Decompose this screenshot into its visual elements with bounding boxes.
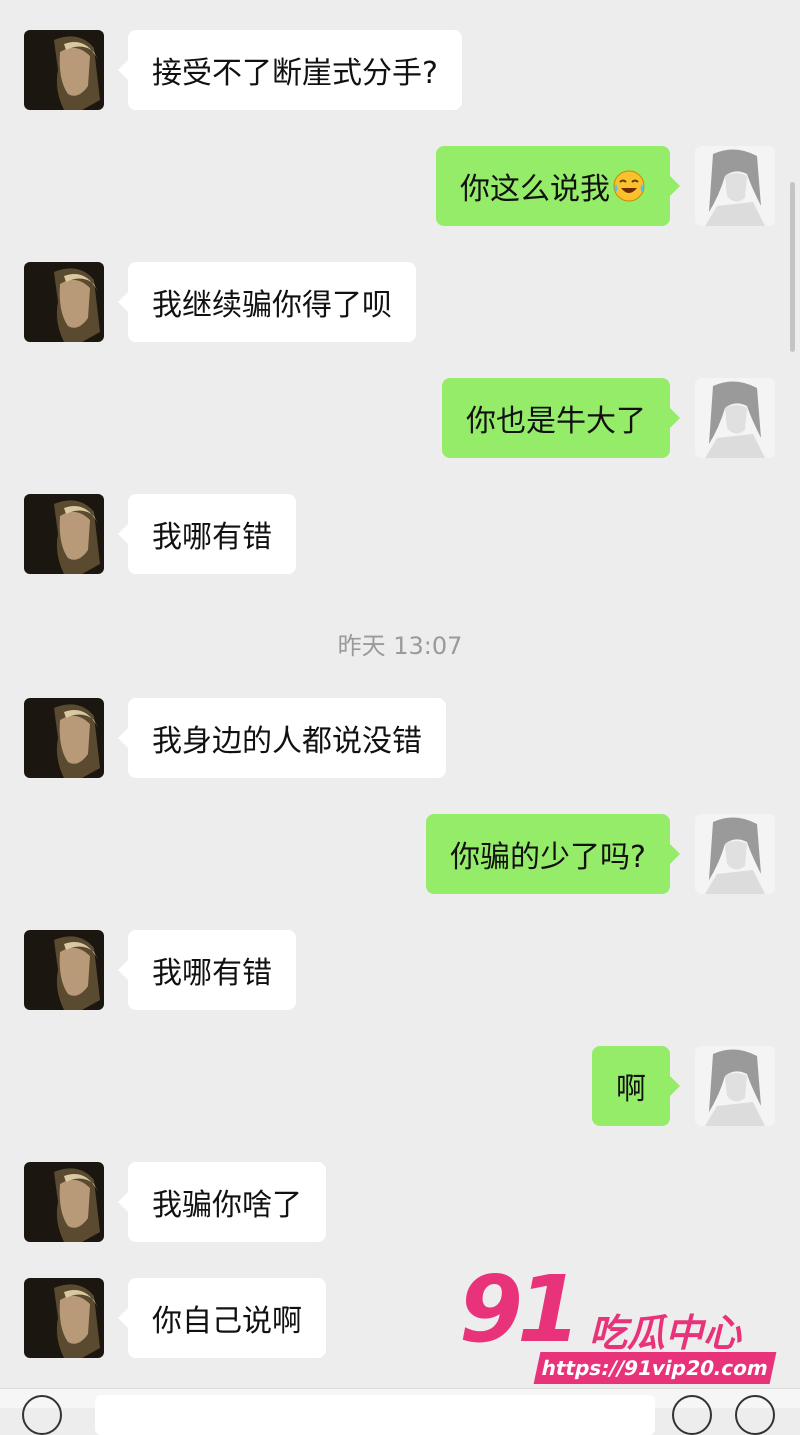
message-bubble-sent[interactable]: 你这么说我 [436,146,680,226]
message-text: 我骗你啥了 [152,1188,302,1223]
message-input[interactable] [95,1395,655,1435]
contact-avatar[interactable] [24,1278,104,1358]
contact-avatar[interactable] [24,494,104,574]
message-bubble-received[interactable]: 接受不了断崖式分手? [118,30,462,110]
message-text: 你也是牛大了 [466,404,646,439]
add-icon[interactable] [735,1395,775,1435]
chat-timestamp: 昨天 13:07 [337,632,463,660]
message-bubble-sent[interactable]: 啊 [592,1046,680,1126]
tears-of-joy-emoji [612,169,646,203]
message-bubble-received[interactable]: 你自己说啊 [118,1278,326,1358]
user-avatar[interactable] [695,814,775,894]
contact-avatar[interactable] [24,30,104,110]
message-text: 我继续骗你得了呗 [152,288,392,323]
watermark-title: 吃瓜中心 [589,1311,742,1355]
message-text: 你骗的少了吗? [450,840,646,875]
message-bubble-received[interactable]: 我哪有错 [118,930,296,1010]
message-bubble-received[interactable]: 我身边的人都说没错 [118,698,446,778]
scrollbar-thumb[interactable] [790,182,795,352]
message-bubble-sent[interactable]: 你骗的少了吗? [426,814,680,894]
message-text: 我身边的人都说没错 [152,724,422,759]
contact-avatar[interactable] [24,930,104,1010]
user-avatar[interactable] [695,146,775,226]
emoji-icon[interactable] [672,1395,712,1435]
message-text: 你这么说我 [460,172,610,207]
contact-avatar[interactable] [24,1162,104,1242]
contact-avatar[interactable] [24,698,104,778]
message-bubble-sent[interactable]: 你也是牛大了 [442,378,680,458]
message-bubble-received[interactable]: 我哪有错 [118,494,296,574]
message-text: 我哪有错 [152,956,272,991]
chat-input-bar [0,1388,800,1435]
message-text: 接受不了断崖式分手? [152,56,438,91]
user-avatar[interactable] [695,1046,775,1126]
user-avatar[interactable] [695,378,775,458]
voice-icon[interactable] [22,1395,62,1435]
message-text: 你自己说啊 [152,1304,302,1339]
contact-avatar[interactable] [24,262,104,342]
watermark-url: https://91vip20.com [533,1352,777,1384]
watermark-logo: 91 吃瓜中心 https://91vip20.com [455,1256,785,1392]
message-text: 啊 [616,1072,646,1107]
message-bubble-received[interactable]: 我继续骗你得了呗 [118,262,416,342]
watermark-number: 91 [459,1256,581,1363]
message-text: 我哪有错 [152,520,272,555]
message-bubble-received[interactable]: 我骗你啥了 [118,1162,326,1242]
